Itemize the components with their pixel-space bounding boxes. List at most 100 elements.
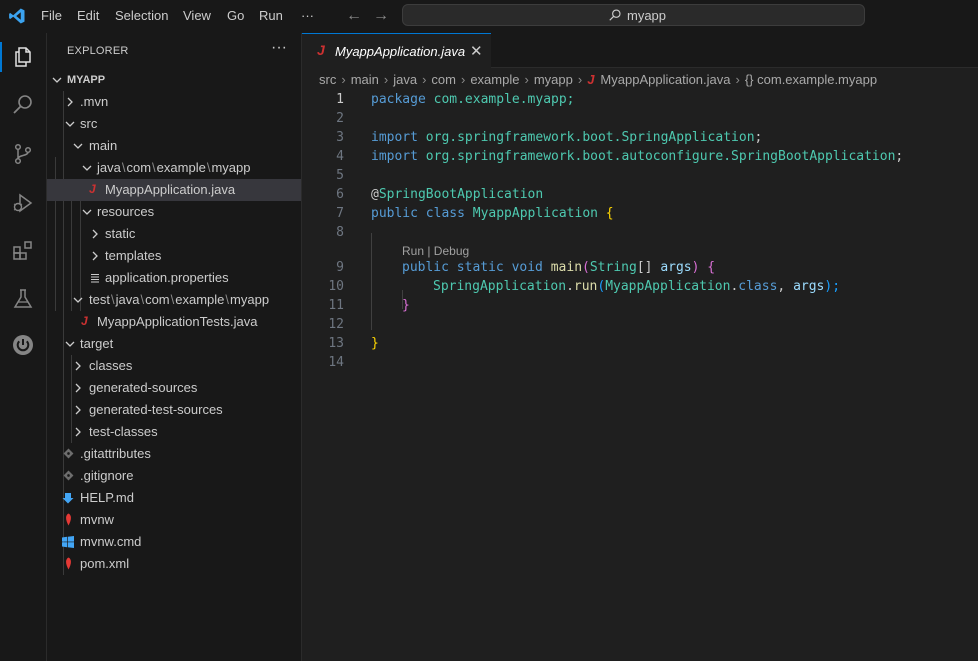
code-line[interactable]: 10 SpringApplication.run(MyappApplicatio… (302, 279, 978, 298)
path-part[interactable]: test (89, 292, 110, 307)
code-line[interactable]: 5 (302, 168, 978, 187)
tree-file-gitignore[interactable]: .gitignore (47, 465, 301, 487)
line-number: 4 (336, 149, 344, 164)
tree-file-myapp-application-tests[interactable]: J MyappApplicationTests.java (47, 311, 301, 333)
search-icon[interactable] (11, 93, 35, 117)
path-part[interactable]: com (145, 292, 170, 307)
code-line[interactable]: 4 import org.springframework.boot.autoco… (302, 149, 978, 168)
code-line[interactable]: 13 } (302, 336, 978, 355)
path-part[interactable]: example (175, 292, 224, 307)
tree-label: resources (97, 204, 155, 219)
tree-root-myapp[interactable]: MYAPP (47, 69, 301, 91)
tree-file-mvnw[interactable]: mvnw (47, 509, 301, 531)
menu-view[interactable]: View (183, 8, 211, 23)
menu-edit[interactable]: Edit (77, 8, 99, 23)
breadcrumb-item[interactable]: example (470, 72, 519, 87)
tree-folder-src[interactable]: src (47, 113, 301, 135)
properties-file-icon (91, 273, 99, 283)
codelens-run-debug[interactable]: Run | Debug (402, 244, 469, 258)
chevron-down-icon (65, 121, 75, 127)
code-line[interactable]: 6 @SpringBootApplication (302, 187, 978, 206)
code-line[interactable]: 7 public class MyappApplication { (302, 206, 978, 225)
breadcrumb-item[interactable]: src (319, 72, 336, 87)
menu-run[interactable]: Run (259, 8, 283, 23)
vscode-logo-icon[interactable] (8, 7, 26, 25)
extensions-icon[interactable] (11, 239, 35, 263)
tree-file-pom-xml[interactable]: pom.xml (47, 553, 301, 575)
forward-arrow-icon[interactable]: → (373, 7, 389, 25)
tree-folder-templates[interactable]: templates (47, 245, 301, 267)
tree-folder-static[interactable]: static (47, 223, 301, 245)
tree-label: java\com\example\myapp (97, 160, 251, 175)
title-bar: File Edit Selection View Go Run ··· ← → … (0, 0, 978, 33)
tree-folder-mvn[interactable]: .mvn (47, 91, 301, 113)
tree-folder-generated-test-sources[interactable]: generated-test-sources (47, 399, 301, 421)
testing-icon[interactable] (11, 287, 35, 311)
breadcrumb-item[interactable]: myapp (534, 72, 573, 87)
code-line[interactable]: 9 public static void main(String[] args)… (302, 260, 978, 279)
java-file-icon: J (81, 314, 88, 328)
tree-file-application-properties[interactable]: application.properties (47, 267, 301, 289)
path-part[interactable]: com (126, 160, 151, 175)
java-file-icon: J (587, 72, 595, 87)
source-control-icon[interactable] (11, 142, 35, 166)
menu-file[interactable]: File (41, 8, 62, 23)
path-part[interactable]: java (97, 160, 121, 175)
code-line[interactable]: 1 package com.example.myapp; (302, 92, 978, 111)
tree-folder-test-classes[interactable]: test-classes (47, 421, 301, 443)
code-line[interactable]: 14 (302, 355, 978, 374)
tree-label: mvnw (80, 512, 114, 527)
tree-folder-test-compact[interactable]: test\java\com\example\myapp (47, 289, 301, 311)
tree-folder-generated-sources[interactable]: generated-sources (47, 377, 301, 399)
chevron-down-icon (73, 297, 83, 303)
path-part[interactable]: java (116, 292, 140, 307)
path-part[interactable]: myapp (230, 292, 269, 307)
tree-file-help-md[interactable]: HELP.md (47, 487, 301, 509)
breadcrumb-item[interactable]: main (351, 72, 379, 87)
code-line[interactable]: 11 } (302, 298, 978, 317)
path-part[interactable]: example (157, 160, 206, 175)
more-actions-icon[interactable]: ··· (271, 39, 287, 57)
menu-go[interactable]: Go (227, 8, 244, 23)
chevron-down-icon (82, 165, 92, 171)
tree-folder-java-compact[interactable]: java\com\example\myapp (47, 157, 301, 179)
search-icon (609, 9, 621, 21)
git-icon (63, 470, 74, 481)
search-text: myapp (627, 8, 667, 23)
explorer-icon[interactable] (11, 45, 35, 69)
tree-folder-resources[interactable]: resources (47, 201, 301, 223)
tree-file-myapp-application[interactable]: J MyappApplication.java (47, 179, 301, 201)
code-line[interactable]: 2 (302, 111, 978, 130)
breadcrumb-item[interactable]: com (431, 72, 456, 87)
code-line[interactable]: 3 import org.springframework.boot.Spring… (302, 130, 978, 149)
chevron-right-icon (75, 427, 81, 437)
spring-boot-dashboard-icon[interactable] (11, 333, 35, 357)
line-number: 12 (328, 317, 344, 332)
tree-folder-main[interactable]: main (47, 135, 301, 157)
menu-more[interactable]: ··· (301, 8, 314, 23)
tree-label: mvnw.cmd (80, 534, 142, 549)
tree-label: HELP.md (80, 490, 134, 505)
line-number: 9 (336, 260, 344, 275)
tree-label: MYAPP (67, 74, 106, 86)
run-debug-icon[interactable] (11, 191, 35, 215)
tree-file-mvnw-cmd[interactable]: mvnw.cmd (47, 531, 301, 553)
code-line[interactable]: 8 (302, 225, 978, 244)
menu-selection[interactable]: Selection (115, 8, 168, 23)
breadcrumb-item[interactable]: java (393, 72, 417, 87)
back-arrow-icon[interactable]: ← (346, 7, 362, 25)
command-center-search[interactable]: myapp (402, 4, 865, 26)
tree-file-gitattributes[interactable]: .gitattributes (47, 443, 301, 465)
breadcrumb-symbol[interactable]: {} com.example.myapp (745, 72, 877, 87)
tab-myapp-application[interactable]: J MyappApplication.java ✕ (302, 33, 491, 68)
tree-folder-target[interactable]: target (47, 333, 301, 355)
code-line[interactable]: 12 (302, 317, 978, 336)
close-icon[interactable]: ✕ (470, 42, 483, 60)
path-part[interactable]: myapp (211, 160, 250, 175)
chevron-right-icon (75, 383, 81, 393)
tree-folder-classes[interactable]: classes (47, 355, 301, 377)
breadcrumb-file[interactable]: MyappApplication.java (600, 72, 730, 87)
code-text: SpringApplication.run(MyappApplication.c… (433, 279, 841, 294)
tree-label: target (80, 336, 114, 351)
tree-label: test-classes (89, 424, 158, 439)
